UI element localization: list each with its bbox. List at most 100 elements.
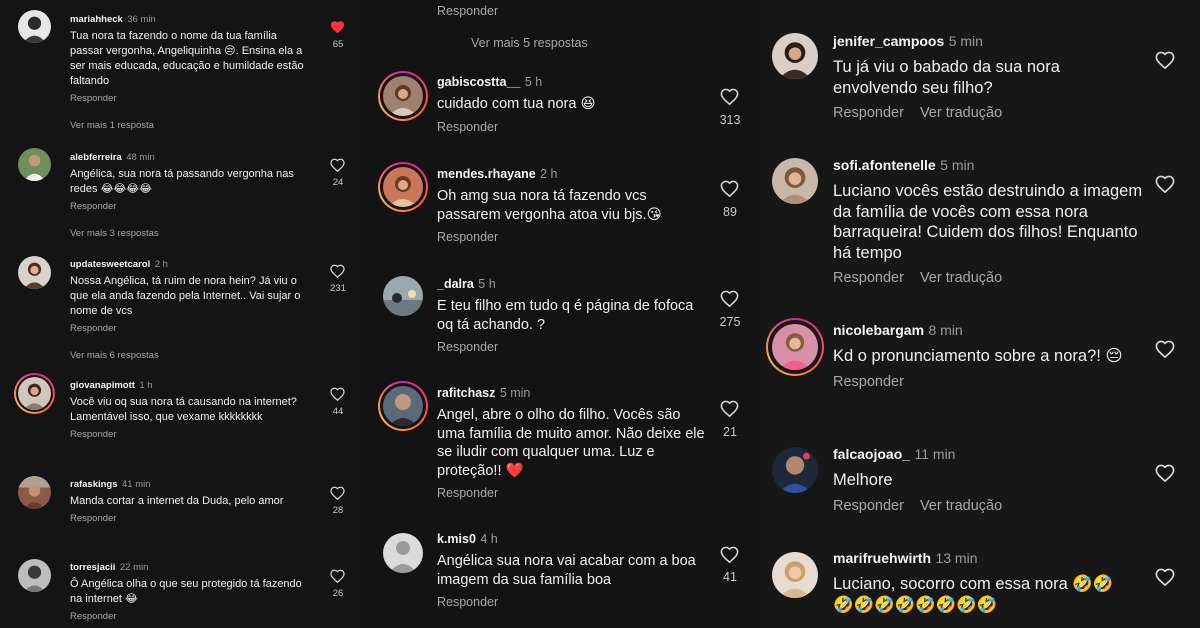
avatar[interactable]: [772, 158, 818, 204]
comment-time: 2 h: [154, 259, 168, 270]
avatar[interactable]: [772, 324, 818, 370]
avatar[interactable]: [18, 10, 51, 43]
like-count: 89: [723, 205, 737, 219]
comment-username[interactable]: mariahheck: [70, 14, 123, 25]
reply-button[interactable]: Responder: [833, 105, 904, 121]
comment-text: Tu já viu o babado da sua nora envolvend…: [833, 58, 1060, 97]
comment-time: 4 h: [480, 532, 498, 546]
like-count: 24: [332, 177, 344, 188]
heart-icon[interactable]: [1155, 51, 1175, 69]
comment-time: 5 min: [499, 386, 531, 400]
like-count: 44: [332, 406, 344, 417]
comment-username[interactable]: alebferreira: [70, 152, 122, 163]
comment-username[interactable]: giovanapimott: [70, 380, 135, 391]
reply-button[interactable]: Responder: [437, 230, 707, 244]
comment-username[interactable]: k.mis0: [437, 532, 476, 546]
avatar[interactable]: [18, 476, 51, 509]
comment-text: Angel, abre o olho do filho. Vocês são u…: [437, 407, 705, 479]
comments-panel-left: mariahheck 36 min Tua nora ta fazendo o …: [0, 0, 363, 628]
reply-button[interactable]: Responder: [437, 120, 707, 134]
comment-username[interactable]: rafitchasz: [437, 386, 495, 400]
translate-button[interactable]: Ver tradução: [920, 105, 1002, 121]
comment-username[interactable]: rafaskings: [70, 479, 118, 490]
heart-icon[interactable]: [720, 180, 739, 197]
avatar[interactable]: [18, 377, 51, 410]
reply-button[interactable]: Responder: [833, 498, 904, 514]
heart-icon[interactable]: [720, 546, 739, 563]
like-count: 65: [332, 39, 344, 50]
reply-button[interactable]: Responder: [833, 270, 904, 286]
avatar[interactable]: [383, 276, 423, 316]
heart-icon[interactable]: [720, 400, 739, 417]
comments-panel-right: jenifer_campoos 5 min Tu já viu o babado…: [760, 0, 1200, 628]
comment-time: 2 h: [540, 167, 558, 181]
heart-icon[interactable]: [720, 88, 739, 105]
comment-text: Tua nora ta fazendo o nome da tua famíli…: [70, 30, 304, 87]
view-more-replies[interactable]: Ver mais 5 respostas: [471, 36, 588, 50]
comment-username[interactable]: torresjacii: [70, 562, 115, 573]
heart-icon[interactable]: [330, 264, 345, 278]
heart-icon[interactable]: [1155, 464, 1175, 482]
comment-username[interactable]: jenifer_campoos: [833, 33, 944, 49]
reply-button[interactable]: Responder: [833, 374, 1133, 390]
reply-button[interactable]: Responder: [70, 611, 310, 622]
comment-username[interactable]: mendes.rhayane: [437, 167, 536, 181]
comment-time: 5 min: [940, 157, 975, 173]
comment-text: Angélica sua nora vai acabar com a boa i…: [437, 553, 696, 588]
reply-button[interactable]: Responder: [70, 201, 310, 212]
heart-icon[interactable]: [330, 569, 345, 583]
avatar[interactable]: [383, 167, 423, 207]
avatar[interactable]: [772, 33, 818, 79]
avatar[interactable]: [772, 447, 818, 493]
translate-button[interactable]: Ver tradução: [920, 498, 1002, 514]
comment-username[interactable]: updatesweetcarol: [70, 259, 150, 270]
comment-time: 36 min: [127, 14, 156, 25]
comments-panel-middle: Responder Ver mais 5 respostas gabiscost…: [363, 0, 760, 628]
comment-time: 5 min: [948, 33, 983, 49]
comment-username[interactable]: sofi.afontenelle: [833, 157, 936, 173]
reply-button[interactable]: Responder: [70, 93, 310, 104]
reply-button[interactable]: Responder: [437, 486, 707, 500]
comment-time: 48 min: [126, 152, 155, 163]
comment-text: Luciano, socorro com essa nora 🤣🤣 🤣🤣🤣🤣🤣🤣…: [833, 575, 1114, 614]
avatar[interactable]: [18, 148, 51, 181]
reply-button[interactable]: Responder: [70, 429, 310, 440]
heart-icon[interactable]: [720, 290, 739, 307]
avatar[interactable]: [18, 559, 51, 592]
avatar[interactable]: [383, 386, 423, 426]
view-more-replies[interactable]: Ver mais 1 resposta: [70, 120, 310, 131]
comment-text: Ô Angélica olha o que seu protegido tá f…: [70, 578, 302, 605]
comment-time: 5 h: [478, 277, 496, 291]
translate-button[interactable]: Ver tradução: [920, 270, 1002, 286]
heart-icon[interactable]: [330, 486, 345, 500]
avatar[interactable]: [772, 552, 818, 598]
heart-filled-icon[interactable]: [330, 20, 345, 34]
reply-button[interactable]: Responder: [70, 323, 310, 334]
comment-text: E teu filho em tudo q é página de fofoca…: [437, 298, 694, 333]
like-count: 275: [719, 315, 741, 329]
comment-text: Oh amg sua nora tá fazendo vcs passarem …: [437, 188, 662, 223]
heart-icon[interactable]: [330, 387, 345, 401]
reply-button[interactable]: Responder: [70, 513, 310, 524]
comment-time: 8 min: [928, 322, 963, 338]
reply-button[interactable]: Responder: [437, 4, 498, 18]
comment-username[interactable]: _dalra: [437, 277, 474, 291]
heart-icon[interactable]: [1155, 340, 1175, 358]
heart-icon[interactable]: [330, 158, 345, 172]
avatar[interactable]: [383, 76, 423, 116]
avatar[interactable]: [18, 256, 51, 289]
view-more-replies[interactable]: Ver mais 3 respostas: [70, 228, 310, 239]
comment-text: Luciano vocês estão destruindo a imagem …: [833, 182, 1143, 262]
avatar-icon[interactable]: [383, 533, 423, 573]
reply-button[interactable]: Responder: [437, 340, 707, 354]
heart-icon[interactable]: [1155, 568, 1175, 586]
view-more-replies[interactable]: Ver mais 6 respostas: [70, 350, 310, 361]
heart-icon[interactable]: [1155, 175, 1175, 193]
reply-button[interactable]: Responder: [437, 595, 707, 609]
comment-username[interactable]: marifruehwirth: [833, 550, 931, 566]
like-count: 231: [330, 283, 346, 294]
comment-username[interactable]: nicolebargam: [833, 322, 924, 338]
like-count: 28: [332, 505, 344, 516]
comment-username[interactable]: gabiscostta__: [437, 75, 520, 89]
comment-username[interactable]: falcaojoao_: [833, 446, 910, 462]
